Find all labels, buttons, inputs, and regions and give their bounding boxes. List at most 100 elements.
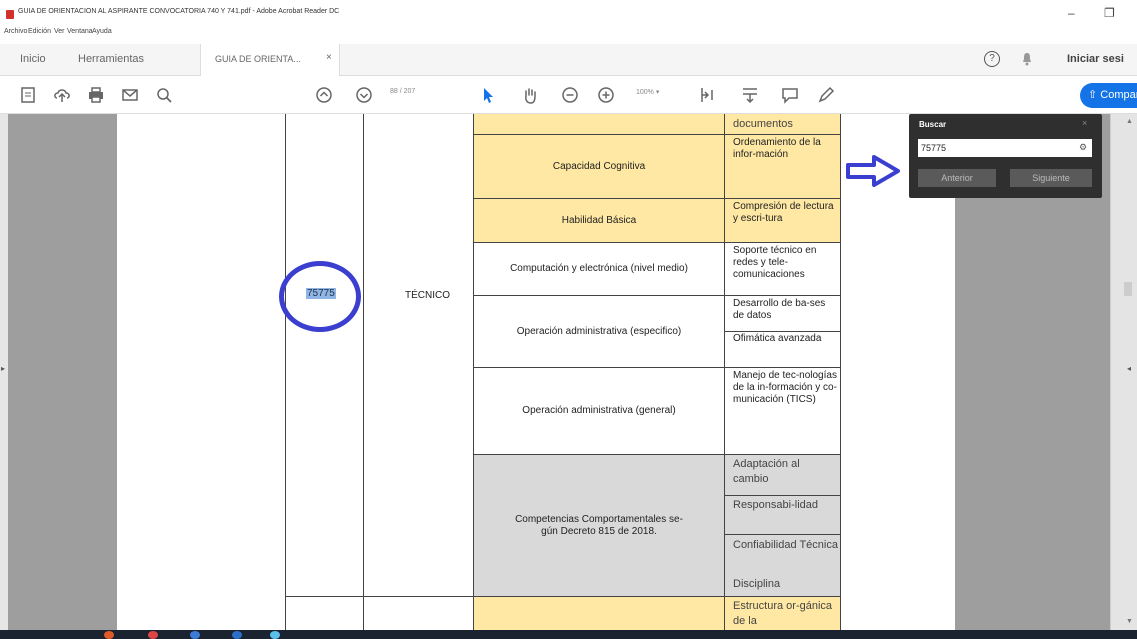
acrobat-icon (6, 10, 14, 19)
tab-bar: Inicio Herramientas GUIA DE ORIENTA... ×… (0, 44, 1137, 76)
scroll-up-icon[interactable]: ▲ (1126, 118, 1133, 125)
pen-icon[interactable] (816, 85, 836, 105)
table-line (285, 596, 841, 597)
find-label: Buscar (919, 120, 947, 129)
subtopic-cell: Responsabi-lidad (733, 499, 818, 511)
table-line (840, 114, 841, 630)
subtopic-cell: Adaptación al cambio (733, 458, 800, 485)
annotation-circle (279, 261, 361, 332)
taskbar-app-icon[interactable] (190, 631, 200, 639)
title-bar: GUIA DE ORIENTACION AL ASPIRANTE CONVOCA… (0, 0, 1137, 26)
expand-right-icon[interactable]: ◂ (1127, 364, 1131, 373)
menu-edicion[interactable]: Edición (28, 28, 51, 35)
find-input[interactable] (918, 139, 1092, 157)
page-current-input[interactable]: 88 (390, 88, 398, 95)
notifications-icon[interactable] (1022, 52, 1032, 66)
competence-cell: Capacidad Cognitiva (474, 135, 724, 198)
scroll-down-icon[interactable]: ▼ (1126, 618, 1133, 625)
previous-result-button[interactable]: Anterior (918, 169, 996, 187)
next-result-button[interactable]: Siguiente (1010, 169, 1092, 187)
subtopic-cell: Confiabilidad Técnica (733, 539, 838, 551)
subtopic-cell: Disciplina (733, 578, 781, 590)
zoom-value: 100% (636, 89, 654, 96)
toolbar: 88 / 207 100% ▾ ⇧ Compar (0, 77, 1137, 114)
upload-cloud-icon[interactable] (52, 85, 72, 105)
table-line (473, 198, 841, 199)
search-icon[interactable] (154, 85, 174, 105)
window-title: GUIA DE ORIENTACION AL ASPIRANTE CONVOCA… (18, 8, 340, 15)
competence-cell: Habilidad Básica (474, 199, 724, 242)
print-icon[interactable] (86, 85, 106, 105)
table-line (724, 331, 841, 332)
taskbar-app-icon[interactable] (104, 631, 114, 639)
gear-icon[interactable]: ⚙ (1079, 142, 1087, 153)
tab-inicio[interactable]: Inicio (20, 53, 46, 65)
table-line (473, 295, 841, 296)
page-indicator[interactable]: 88 / 207 (390, 88, 415, 95)
tab-document-label: GUIA DE ORIENTA... (215, 54, 301, 64)
close-tab-icon[interactable]: × (326, 52, 332, 63)
subtopic-cell: Desarrollo de ba-ses de datos (733, 298, 826, 321)
competence-cell: Operación administrativa (general) (522, 405, 676, 416)
minimize-button[interactable]: – (1068, 6, 1075, 20)
sign-in-link[interactable]: Iniciar sesi (1067, 53, 1124, 65)
menu-bar: Archivo Edición Ver Ventana Ayuda (0, 26, 1137, 44)
hand-tool-icon[interactable] (520, 85, 540, 105)
annotation-arrow-icon (846, 155, 900, 187)
chevron-down-icon: ▾ (655, 89, 660, 96)
next-page-icon[interactable] (354, 85, 374, 105)
subtopic-cell: Manejo de tec-nologías de la in-formació… (733, 370, 837, 405)
table-line (473, 242, 841, 243)
competence-cell: Competencias Comportamentales se-gún Dec… (474, 455, 724, 596)
find-popup: Buscar × ⚙ Anterior Siguiente (909, 114, 1102, 198)
right-panel[interactable]: ▲ ◂ ▼ (1110, 114, 1137, 630)
taskbar-app-icon[interactable] (232, 631, 242, 639)
menu-ventana[interactable]: Ventana (67, 28, 93, 35)
subtopic-cell: Estructura or-gánica de la (733, 600, 833, 627)
scroll-mode-icon[interactable] (740, 85, 760, 105)
share-icon: ⇧ (1088, 89, 1098, 101)
zoom-dropdown[interactable]: 100% ▾ (636, 88, 659, 96)
page-fit-icon[interactable] (698, 85, 718, 105)
zoom-out-icon[interactable] (560, 85, 580, 105)
create-pdf-icon[interactable] (18, 85, 38, 105)
taskbar (0, 630, 1137, 639)
table-line (473, 454, 841, 455)
taskbar-app-icon[interactable] (148, 631, 158, 639)
menu-ver[interactable]: Ver (54, 28, 65, 35)
menu-archivo[interactable]: Archivo (4, 28, 27, 35)
taskbar-app-icon[interactable] (270, 631, 280, 639)
menu-ayuda[interactable]: Ayuda (92, 28, 112, 35)
table-line (363, 114, 364, 630)
level-cell: TÉCNICO (405, 290, 450, 301)
zoom-in-icon[interactable] (596, 85, 616, 105)
maximize-button[interactable]: ❐ (1104, 6, 1115, 20)
competence-cell (474, 597, 724, 630)
close-icon[interactable]: × (1082, 118, 1087, 128)
help-icon[interactable]: ? (984, 51, 1000, 67)
table-line (473, 134, 841, 135)
expand-left-icon: ▸ (1, 364, 6, 373)
email-icon[interactable] (120, 85, 140, 105)
competence-cell: Operación administrativa (especifico) (516, 325, 682, 337)
pdf-page: Capacidad Cognitiva Habilidad Básica Com… (117, 114, 955, 630)
subtopic-cell: Compresión de lectura y escri-tura (733, 201, 834, 224)
subtopic-cell: documentos (733, 118, 793, 130)
page-total: / 207 (399, 88, 416, 95)
subtopic-cell: Ofimática avanzada (733, 333, 822, 344)
subtopic-cell: Soporte técnico en redes y tele-comunica… (733, 245, 817, 280)
left-panel-toggle[interactable]: ▸ (0, 114, 8, 630)
subtopic-cell: Ordenamiento de la infor-mación (733, 137, 821, 160)
tab-herramientas[interactable]: Herramientas (78, 53, 144, 65)
competence-cell: Computación y electrónica (nivel medio) (510, 263, 688, 274)
previous-page-icon[interactable] (314, 85, 334, 105)
scrollbar-thumb[interactable] (1124, 282, 1132, 296)
select-cursor-icon[interactable] (478, 85, 498, 105)
tab-document[interactable]: GUIA DE ORIENTA... × (200, 44, 340, 76)
comment-icon[interactable] (780, 85, 800, 105)
table-line (285, 114, 286, 630)
table-line (473, 367, 841, 368)
table-line (724, 534, 841, 535)
share-button[interactable]: ⇧ Compar (1080, 83, 1137, 108)
table-line (724, 495, 841, 496)
